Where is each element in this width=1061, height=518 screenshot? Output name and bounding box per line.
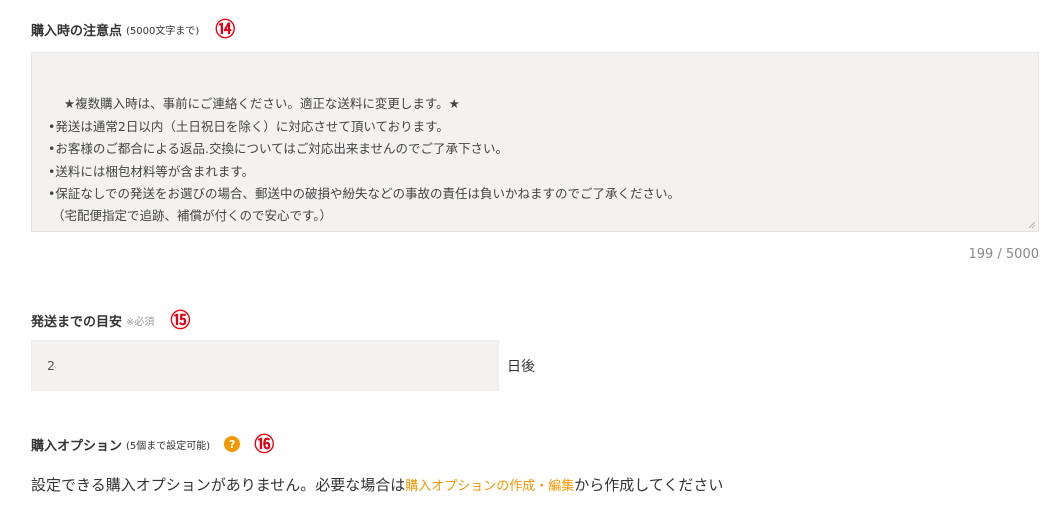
options-edit-link[interactable]: 購入オプションの作成・編集 xyxy=(405,479,574,494)
annotation-marker-15: ⑮ xyxy=(170,308,191,332)
notes-label: 購入時の注意点 xyxy=(31,23,123,39)
options-message: 設定できる購入オプションがありません。必要な場合は購入オプションの作成・編集から… xyxy=(31,474,723,495)
options-label: 購入オプション xyxy=(31,438,123,454)
notes-section-header: 購入時の注意点 (5000文字まで) ⑭ xyxy=(31,19,235,39)
shipping-section-header: 発送までの目安 ※必須 ⑮ xyxy=(31,310,190,330)
shipping-days-unit: 日後 xyxy=(507,359,535,375)
required-note: ※必須 xyxy=(126,316,155,328)
resize-handle-icon[interactable] xyxy=(1028,221,1036,229)
options-section-header: 購入オプション (5個まで設定可能) ? ⑯ xyxy=(31,434,274,454)
notes-char-counter: 199 / 5000 xyxy=(968,247,1039,262)
options-message-suffix: から作成してください xyxy=(574,476,724,494)
shipping-days-value: 2 xyxy=(47,358,55,373)
shipping-days-input[interactable]: 2 xyxy=(31,340,499,391)
product-settings-page: 購入時の注意点 (5000文字まで) ⑭ ★複数購入時は、事前にご連絡ください。… xyxy=(0,0,1061,518)
options-message-prefix: 設定できる購入オプションがありません。必要な場合は xyxy=(31,476,406,494)
notes-textarea[interactable]: ★複数購入時は、事前にご連絡ください。適正な送料に変更します。★ •発送は通常2… xyxy=(31,52,1039,232)
shipping-label: 発送までの目安 xyxy=(31,314,123,330)
annotation-marker-14: ⑭ xyxy=(215,17,236,41)
notes-text: ★複数購入時は、事前にご連絡ください。適正な送料に変更します。★ •発送は通常2… xyxy=(48,96,681,224)
annotation-marker-16: ⑯ xyxy=(254,432,275,456)
options-limit: (5個まで設定可能) xyxy=(126,440,211,452)
notes-char-limit: (5000文字まで) xyxy=(126,25,200,37)
help-icon[interactable]: ? xyxy=(224,436,241,452)
